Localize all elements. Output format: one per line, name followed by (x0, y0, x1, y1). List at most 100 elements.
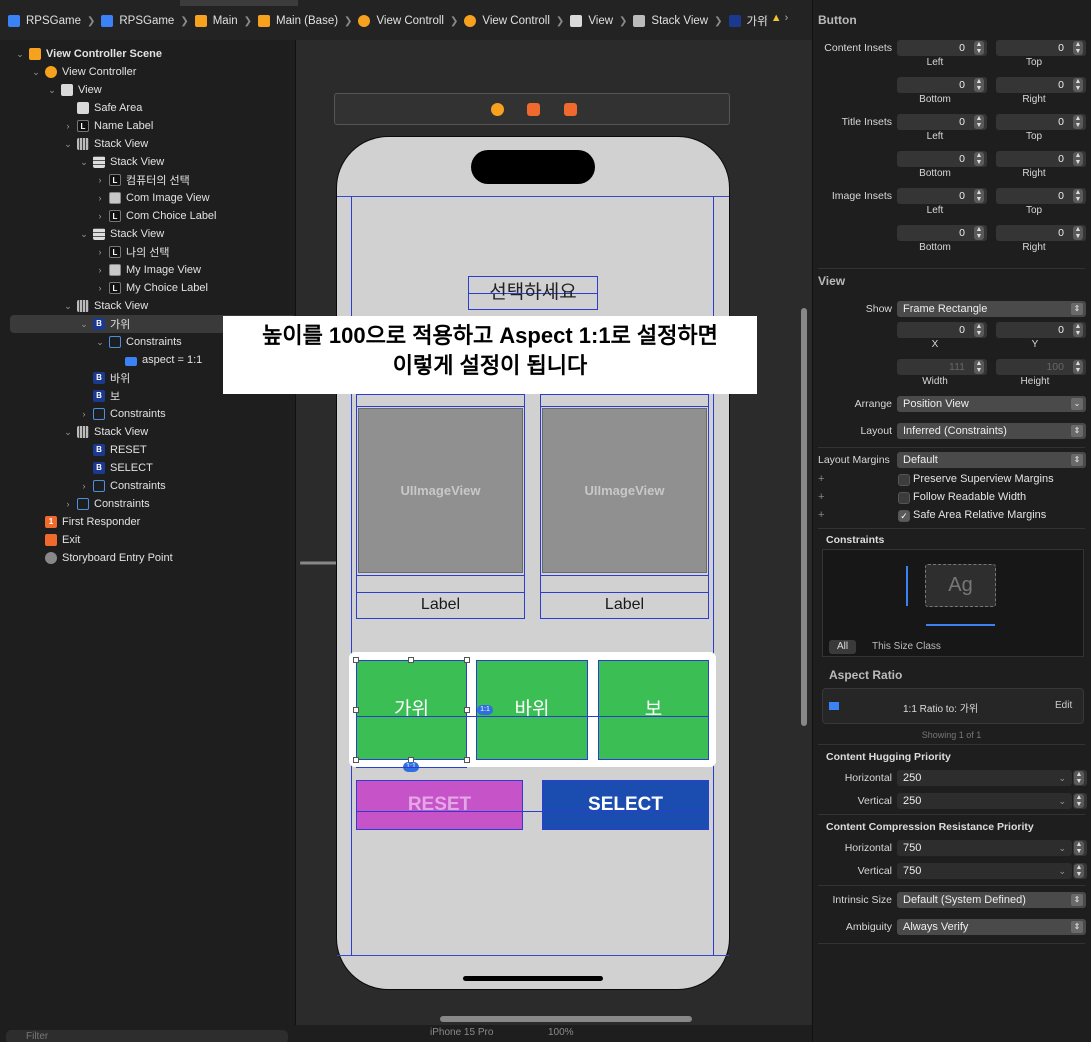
disclosure-closed-icon[interactable]: › (79, 481, 89, 491)
warning-icon[interactable]: ▲ (771, 12, 782, 24)
select-button[interactable]: SELECT (542, 780, 709, 830)
resize-handle[interactable] (408, 657, 414, 663)
ambiguity-dropdown[interactable]: Always Verify ⇕ (897, 919, 1086, 935)
arrange-dropdown[interactable]: Position View ⌄ (897, 396, 1086, 412)
stepper-icon[interactable]: ▲ ▼ (974, 78, 984, 92)
stepper-icon[interactable]: ▲ ▼ (1073, 78, 1083, 92)
disclosure-closed-icon[interactable]: › (95, 193, 105, 203)
title-inset-bottom-field[interactable]: 0 ▲ ▼ (897, 151, 987, 167)
hug-horizontal-field[interactable]: 250 ⌄ (897, 770, 1072, 786)
stepper-icon[interactable]: ▲ ▼ (974, 323, 984, 337)
breadcrumb-item[interactable]: Main (Base) (258, 15, 338, 27)
outline-item[interactable]: › My Image View (0, 261, 296, 279)
stepper-icon[interactable]: ▲ ▼ (1073, 115, 1083, 129)
comp-horizontal-stepper[interactable]: ▲ ▼ (1073, 840, 1087, 856)
paper-button[interactable]: 보 (598, 660, 709, 760)
horizontal-scrollbar[interactable] (440, 1016, 692, 1022)
outline-item[interactable]: › L Com Choice Label (0, 207, 296, 225)
stepper-icon[interactable]: ▲ ▼ (1073, 152, 1083, 166)
breadcrumb-item[interactable]: View (570, 15, 613, 27)
image-inset-right-field[interactable]: 0 ▲ ▼ (996, 225, 1086, 241)
layout-margins-dropdown[interactable]: Default ⇕ (897, 452, 1086, 468)
title-inset-top-field[interactable]: 0 ▲ ▼ (996, 114, 1086, 130)
outline-item[interactable]: Storyboard Entry Point (0, 549, 296, 567)
outline-item[interactable]: ⌄ Stack View (0, 297, 296, 315)
resize-handle[interactable] (464, 707, 470, 713)
disclosure-closed-icon[interactable]: › (95, 283, 105, 293)
breadcrumb-item[interactable]: Stack View (633, 15, 708, 27)
outline-item[interactable]: 1 First Responder (0, 513, 296, 531)
plus-icon[interactable]: + (818, 473, 824, 485)
stepper-icon[interactable]: ▲ ▼ (1073, 41, 1083, 55)
hug-horizontal-stepper[interactable]: ▲ ▼ (1073, 770, 1087, 786)
content-inset-top-field[interactable]: 0 ▲ ▼ (996, 40, 1086, 56)
title-inset-right-field[interactable]: 0 ▲ ▼ (996, 151, 1086, 167)
preserve-margins-checkbox[interactable] (898, 474, 910, 486)
stepper-icon[interactable]: ▲ ▼ (1073, 226, 1083, 240)
disclosure-open-icon[interactable]: ⌄ (79, 157, 89, 168)
y-field[interactable]: 0 ▲ ▼ (996, 322, 1086, 338)
size-class-tab[interactable]: This Size Class (872, 640, 941, 654)
device-selector[interactable]: iPhone 15 Pro (430, 1027, 493, 1038)
outline-item[interactable]: › L Name Label (0, 117, 296, 135)
disclosure-closed-icon[interactable]: › (95, 247, 105, 257)
scissors-button[interactable]: 가위 (356, 660, 467, 760)
image-inset-left-field[interactable]: 0 ▲ ▼ (897, 188, 987, 204)
breadcrumb-item[interactable]: 가위 (728, 13, 768, 29)
image-inset-bottom-field[interactable]: 0 ▲ ▼ (897, 225, 987, 241)
resize-handle[interactable] (464, 757, 470, 763)
outline-item[interactable]: › Constraints (0, 495, 296, 513)
reset-button[interactable]: RESET (356, 780, 523, 830)
first-responder-icon[interactable] (527, 103, 540, 116)
stepper-icon[interactable]: ▲ ▼ (1073, 323, 1083, 337)
vertical-scrollbar[interactable] (801, 308, 807, 726)
stepper-icon[interactable]: ▲ ▼ (974, 41, 984, 55)
content-inset-right-field[interactable]: 0 ▲ ▼ (996, 77, 1086, 93)
content-inset-bottom-field[interactable]: 0 ▲ ▼ (897, 77, 987, 93)
disclosure-open-icon[interactable]: ⌄ (63, 427, 73, 438)
my-image-view[interactable]: UIImageView (542, 408, 707, 573)
breadcrumb-item[interactable]: RPSGame (8, 15, 81, 27)
outline-item[interactable]: ⌄ View Controller Scene (0, 45, 296, 63)
outline-item[interactable]: › L 컴퓨터의 선택 (0, 171, 296, 189)
outline-item[interactable]: Safe Area (0, 99, 296, 117)
safe-area-margins-checkbox[interactable]: ✓ (898, 510, 910, 522)
disclosure-closed-icon[interactable]: › (79, 409, 89, 419)
show-dropdown[interactable]: Frame Rectangle ⇕ (897, 301, 1086, 317)
stepper-icon[interactable]: ▲ ▼ (974, 226, 984, 240)
plus-icon[interactable]: + (818, 509, 824, 521)
disclosure-closed-icon[interactable]: › (95, 265, 105, 275)
x-field[interactable]: 0 ▲ ▼ (897, 322, 987, 338)
resize-handle[interactable] (464, 657, 470, 663)
zoom-level[interactable]: 100% (548, 1027, 574, 1038)
hug-vertical-stepper[interactable]: ▲ ▼ (1073, 793, 1087, 809)
outline-item[interactable]: Exit (0, 531, 296, 549)
outline-item[interactable]: ⌄ View (0, 81, 296, 99)
view-controller-icon[interactable] (491, 103, 504, 116)
hug-vertical-field[interactable]: 250 ⌄ (897, 793, 1072, 809)
disclosure-closed-icon[interactable]: › (95, 175, 105, 185)
stepper-icon[interactable]: ▲ ▼ (1074, 771, 1084, 785)
disclosure-open-icon[interactable]: ⌄ (79, 229, 89, 240)
layout-dropdown[interactable]: Inferred (Constraints) ⇕ (897, 423, 1086, 439)
stepper-icon[interactable]: ▲ ▼ (1074, 841, 1084, 855)
com-choice-label[interactable]: Label (356, 596, 525, 614)
stepper-icon[interactable]: ▲ ▼ (1074, 864, 1084, 878)
stepper-icon[interactable]: ▲ ▼ (974, 152, 984, 166)
disclosure-open-icon[interactable]: ⌄ (47, 85, 57, 96)
jump-bar-controls[interactable]: ‹ ▲ › (764, 12, 788, 24)
disclosure-open-icon[interactable]: ⌄ (31, 67, 41, 78)
breadcrumb-item[interactable]: RPSGame (101, 15, 174, 27)
comp-vertical-stepper[interactable]: ▲ ▼ (1073, 863, 1087, 879)
plus-icon[interactable]: + (818, 491, 824, 503)
stepper-icon[interactable]: ▲ ▼ (974, 189, 984, 203)
comp-vertical-field[interactable]: 750 ⌄ (897, 863, 1072, 879)
outline-item[interactable]: ⌄ View Controller (0, 63, 296, 81)
disclosure-closed-icon[interactable]: › (63, 121, 73, 131)
filter-field[interactable]: Filter (6, 1030, 288, 1042)
disclosure-open-icon[interactable]: ⌄ (63, 139, 73, 150)
disclosure-open-icon[interactable]: ⌄ (15, 49, 25, 60)
readable-width-checkbox[interactable] (898, 492, 910, 504)
comp-horizontal-field[interactable]: 750 ⌄ (897, 840, 1072, 856)
breadcrumb-item[interactable]: View Controll (464, 15, 550, 27)
